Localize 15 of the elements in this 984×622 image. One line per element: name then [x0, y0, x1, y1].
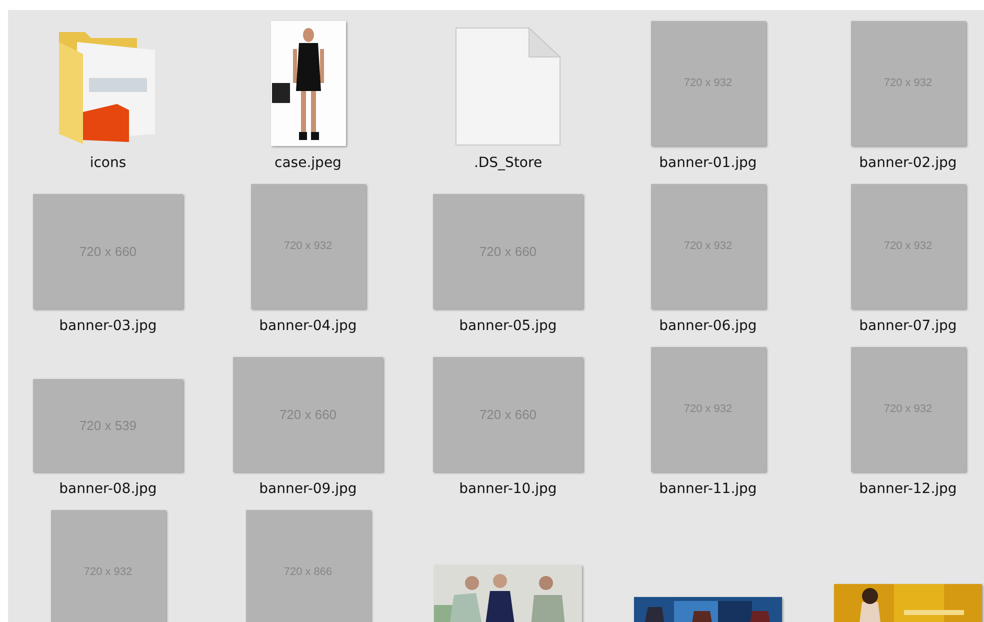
- file-name[interactable]: case.jpeg: [274, 154, 342, 172]
- file-name[interactable]: banner-05.jpg: [459, 317, 557, 335]
- file-name[interactable]: banner-02.jpg: [859, 154, 957, 172]
- file-name[interactable]: banner-01.jpg: [659, 154, 757, 172]
- file-name[interactable]: banner-09.jpg: [259, 480, 357, 498]
- file-name[interactable]: icons: [90, 154, 126, 172]
- file-name[interactable]: banner-04.jpg: [259, 317, 357, 335]
- file-name[interactable]: banner-07.jpg: [859, 317, 957, 335]
- file-name[interactable]: banner-08.jpg: [59, 480, 157, 498]
- file-name[interactable]: banner-03.jpg: [59, 317, 157, 335]
- file-name[interactable]: banner-11.jpg: [659, 480, 757, 498]
- file-name[interactable]: banner-12.jpg: [859, 480, 957, 498]
- file-name[interactable]: banner-10.jpg: [459, 480, 557, 498]
- file-name[interactable]: banner-06.jpg: [659, 317, 757, 335]
- file-name[interactable]: .DS_Store: [474, 154, 542, 172]
